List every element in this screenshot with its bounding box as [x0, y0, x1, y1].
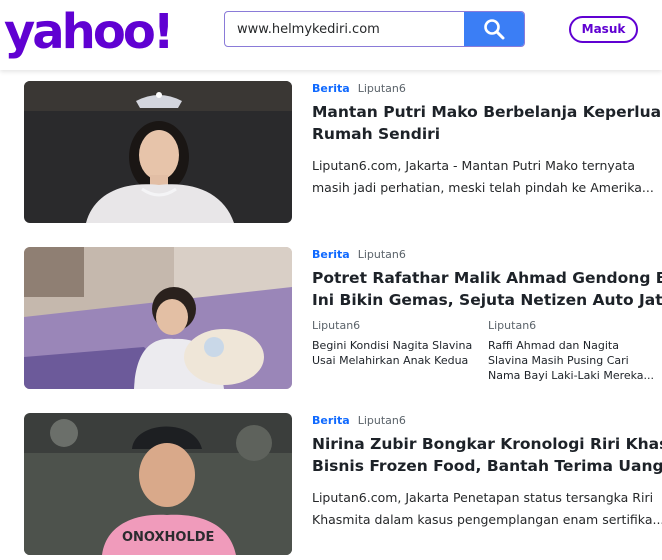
- news-item[interactable]: Berita Liputan6 Mantan Putri Mako Berbela…: [24, 81, 662, 223]
- related-provider: Liputan6: [312, 319, 361, 332]
- search-icon: [484, 19, 505, 40]
- article-summary: Liputan6.com, Jakarta Penetapan status t…: [312, 490, 662, 527]
- article-thumbnail[interactable]: [24, 247, 292, 389]
- article-title[interactable]: Nirina Zubir Bongkar Kronologi Riri Khas…: [312, 433, 662, 477]
- related-story[interactable]: Liputan6 Raffi Ahmad dan Nagita Slavina …: [488, 319, 658, 383]
- article-content: Berita Liputan6 Nirina Zubir Bongkar Kron…: [312, 413, 662, 531]
- site-header: yahoo! Masuk: [0, 0, 662, 70]
- article-thumbnail[interactable]: [24, 81, 292, 223]
- related-title[interactable]: Raffi Ahmad dan Nagita Slavina Masih Pus…: [488, 338, 658, 383]
- news-item[interactable]: Berita Liputan6 Potret Rafathar Malik Ahm…: [24, 247, 662, 389]
- article-summary: Liputan6.com, Jakarta - Mantan Putri Mak…: [312, 158, 654, 195]
- search-bar: [224, 11, 525, 47]
- category-label[interactable]: Berita: [312, 414, 350, 427]
- article-title[interactable]: Potret Rafathar Malik Ahmad Gendong Baby…: [312, 267, 662, 311]
- category-label[interactable]: Berita: [312, 82, 350, 95]
- article-content: Berita Liputan6 Mantan Putri Mako Berbela…: [312, 81, 662, 199]
- provider-label: Liputan6: [357, 248, 406, 261]
- news-item[interactable]: ONOXHOLDE Berita Liputan6 Nirina Zubir Bo…: [24, 413, 662, 555]
- provider-label: Liputan6: [357, 82, 406, 95]
- related-story[interactable]: Liputan6 Begini Kondisi Nagita Slavina U…: [312, 319, 482, 368]
- article-title[interactable]: Mantan Putri Mako Berbelanja Keperluan R…: [312, 101, 662, 145]
- login-button[interactable]: Masuk: [569, 16, 638, 43]
- article-thumbnail[interactable]: ONOXHOLDE: [24, 413, 292, 555]
- related-provider: Liputan6: [488, 319, 537, 332]
- provider-label: Liputan6: [357, 414, 406, 427]
- search-button[interactable]: [464, 12, 524, 46]
- jersey-print: ONOXHOLDE: [122, 530, 214, 545]
- article-content: Berita Liputan6 Potret Rafathar Malik Ahm…: [312, 247, 662, 311]
- yahoo-logo[interactable]: yahoo!: [4, 4, 175, 60]
- search-input[interactable]: [225, 12, 465, 46]
- category-label[interactable]: Berita: [312, 248, 350, 261]
- related-title[interactable]: Begini Kondisi Nagita Slavina Usai Melah…: [312, 338, 482, 368]
